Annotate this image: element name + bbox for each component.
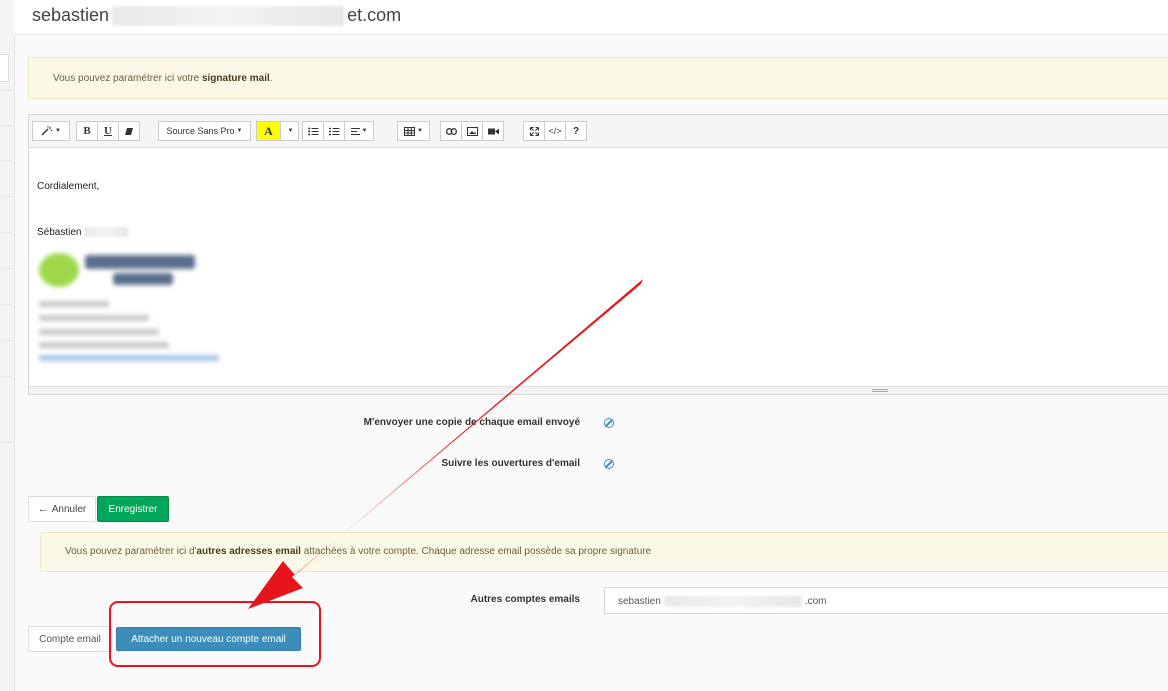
copy-email-toggle-icon[interactable]: [604, 418, 614, 428]
editor-resize-handle[interactable]: [29, 386, 1168, 394]
font-style-group: B U: [76, 121, 140, 141]
text-color-button[interactable]: A: [256, 121, 281, 141]
sidebar-divider: [0, 160, 13, 161]
other-accounts-label: Autres comptes emails: [470, 594, 581, 605]
accounts-notice-bold: autres adresses email: [196, 546, 301, 557]
attach-account-button[interactable]: Attacher un nouveau compte email: [116, 627, 301, 651]
account-prefix: sebastien: [618, 596, 661, 608]
sidebar-divider: [0, 442, 13, 443]
blurred-line: [39, 329, 159, 335]
font-family-value: Source Sans Pro: [166, 126, 235, 136]
signature-notice: Vous pouvez paramétrer ici votre signatu…: [28, 57, 1168, 99]
signature-logo-block: [35, 249, 225, 373]
blurred-link: [39, 355, 219, 361]
fullscreen-icon[interactable]: [523, 121, 545, 141]
cancel-label: Annuler: [51, 503, 87, 515]
font-family-dropdown[interactable]: Source Sans Pro ▼: [158, 121, 251, 141]
sidebar-divider: [0, 90, 13, 91]
blurred-line: [39, 315, 149, 321]
title-suffix: et.com: [347, 5, 402, 25]
sidebar-divider: [0, 268, 13, 269]
sidebar-divider: [0, 340, 13, 341]
redacted-email: [112, 6, 345, 27]
blurred-line: [39, 342, 169, 348]
blurred-brand: [113, 273, 173, 285]
save-button[interactable]: Enregistrer: [97, 496, 169, 522]
editor-content[interactable]: Cordialement, Sébastien: [29, 148, 1168, 386]
style-group: ▼: [32, 121, 70, 141]
magic-wand-icon[interactable]: ▼: [32, 121, 70, 141]
notice-bold: signature mail: [201, 73, 270, 84]
sidebar-divider: [0, 304, 13, 305]
account-suffix: .com: [804, 596, 827, 608]
align-icon[interactable]: ▼: [344, 121, 374, 141]
track-opens-toggle-icon[interactable]: [604, 459, 614, 469]
sidebar-divider: [0, 376, 13, 377]
signature-editor[interactable]: ▼ B U Source Sans Pro ▼ A ▼ ▼ ▼ </> ? Co…: [28, 114, 1168, 395]
color-dropdown-caret[interactable]: ▼: [280, 121, 299, 141]
page-header: sebastien et.com: [14, 0, 1168, 35]
blurred-brand: [85, 255, 195, 269]
compte-email-button[interactable]: Compte email: [28, 626, 112, 652]
table-icon[interactable]: ▼: [397, 121, 430, 141]
sidebar-divider: [0, 125, 13, 126]
signature-closing: Cordialement,: [37, 181, 100, 192]
company-logo: [39, 253, 79, 287]
accounts-notice: Vous pouvez paramétrer ici d'autres adre…: [40, 532, 1168, 572]
left-sidebar-edge: [0, 0, 15, 691]
table-group: ▼: [397, 121, 430, 141]
title-prefix: sebastien: [32, 5, 110, 25]
bold-button[interactable]: B: [76, 121, 98, 141]
ordered-list-icon[interactable]: [323, 121, 345, 141]
other-accounts-select[interactable]: sebastien .com: [604, 587, 1168, 614]
editor-toolbar: ▼ B U Source Sans Pro ▼ A ▼ ▼ ▼ </> ?: [29, 115, 1168, 148]
misc-group: </> ?: [523, 121, 587, 141]
signature-name: Sébastien: [37, 227, 129, 238]
code-view-button[interactable]: </>: [544, 121, 566, 141]
insert-group: [440, 121, 504, 141]
copy-email-label: M'envoyer une copie de chaque email envo…: [363, 417, 580, 428]
unordered-list-icon[interactable]: [302, 121, 324, 141]
notice-text-end: .: [269, 73, 273, 84]
font-family-group: Source Sans Pro ▼: [158, 121, 251, 141]
signature-first-name: Sébastien: [37, 227, 82, 238]
accounts-notice-text: Vous pouvez paramétrer ici d': [65, 546, 197, 557]
redacted-account: [663, 596, 802, 607]
cancel-button[interactable]: ← Annuler: [28, 496, 96, 522]
sidebar-divider: [0, 232, 13, 233]
track-opens-label: Suivre les ouvertures d'email: [441, 458, 580, 469]
arrow-left-icon: ←: [37, 503, 49, 515]
video-icon[interactable]: [482, 121, 504, 141]
notice-text: Vous pouvez paramétrer ici votre: [53, 73, 202, 84]
resize-grip-icon: [872, 389, 888, 392]
picture-icon[interactable]: [461, 121, 483, 141]
link-icon[interactable]: [440, 121, 462, 141]
underline-button[interactable]: U: [97, 121, 119, 141]
sidebar-divider: [0, 196, 13, 197]
page-title: sebastien et.com: [32, 5, 402, 27]
accounts-notice-text-end: attachées à votre compte. Chaque adresse…: [300, 546, 652, 557]
blurred-line: [39, 301, 109, 307]
eraser-icon[interactable]: [118, 121, 140, 141]
color-group: A ▼: [256, 121, 299, 141]
help-button[interactable]: ?: [565, 121, 587, 141]
sidebar-collapsed-control[interactable]: [0, 54, 9, 82]
redacted-last-name: [84, 227, 129, 238]
paragraph-group: ▼: [302, 121, 374, 141]
